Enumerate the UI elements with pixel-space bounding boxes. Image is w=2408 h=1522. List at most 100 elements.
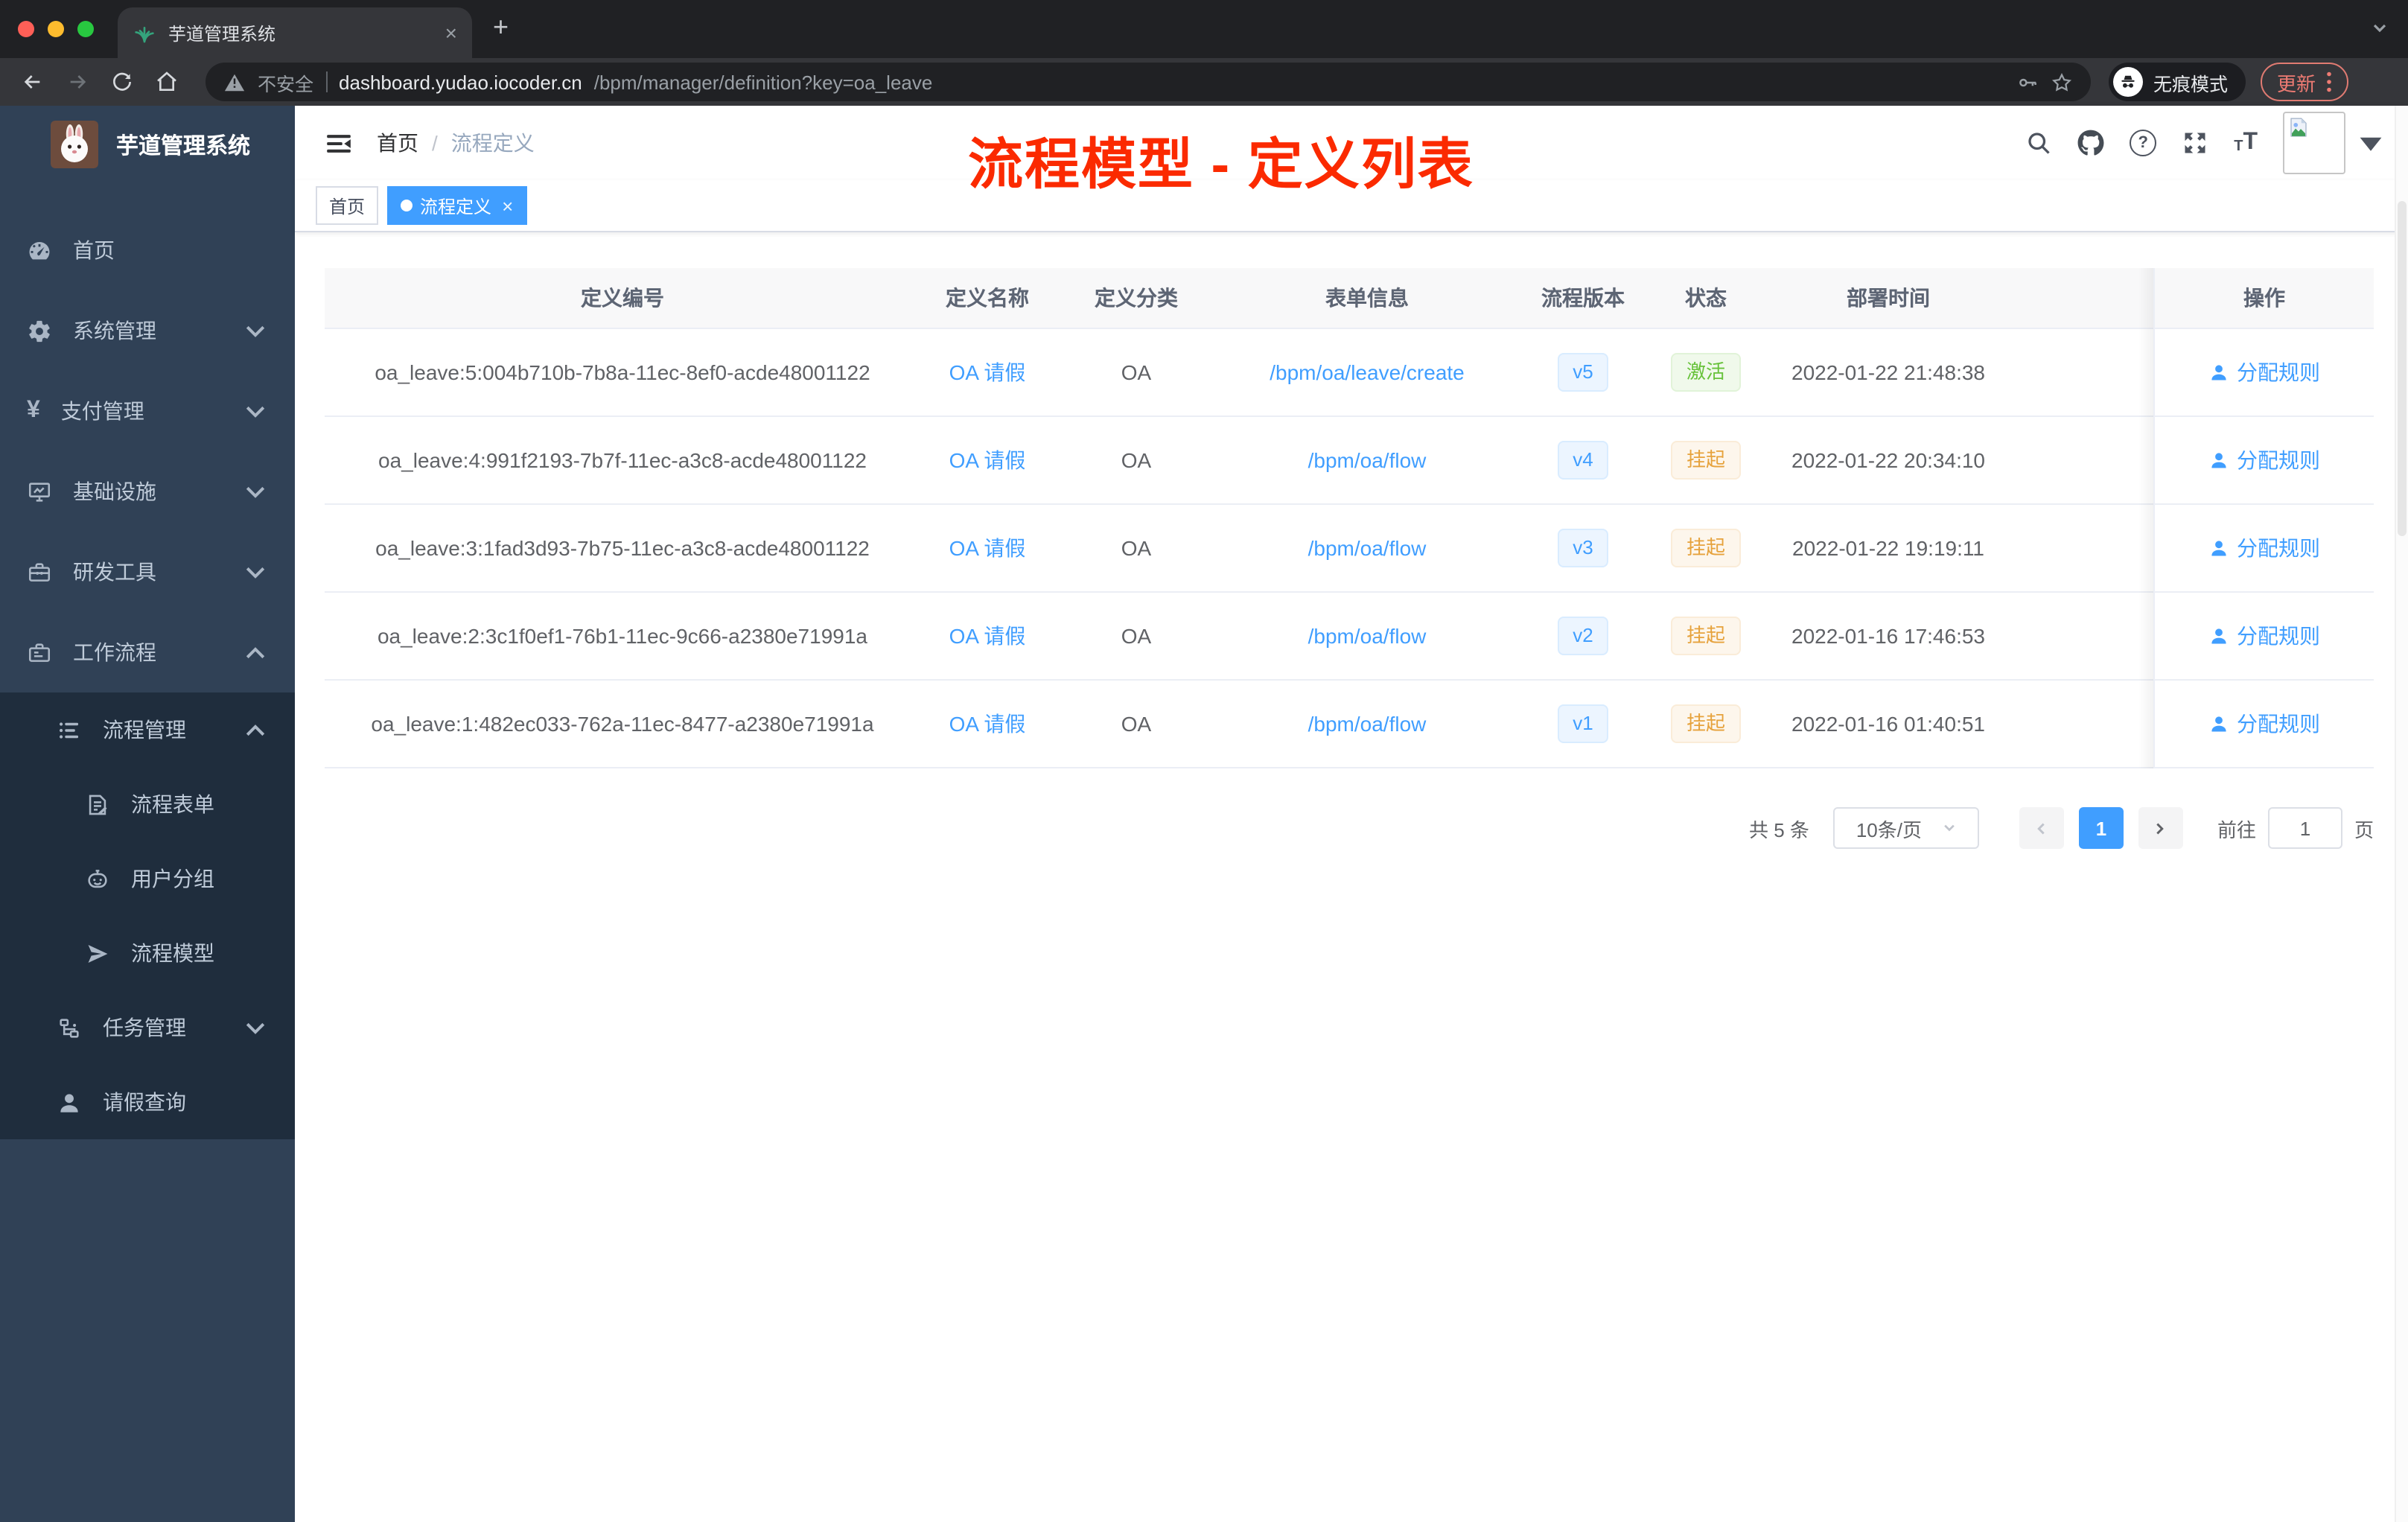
pagination: 共 5 条 10条/页 1 前往 页 <box>325 807 2374 849</box>
cell-definition-id: oa_leave:4:991f2193-7b7f-11ec-a3c8-acde4… <box>378 448 867 472</box>
window-minimize-button[interactable] <box>48 21 64 37</box>
cell-status: 挂起 <box>1650 681 1762 767</box>
sidebar-item-workflow[interactable]: 工作流程 <box>0 612 295 692</box>
breadcrumb-separator: / <box>432 131 438 155</box>
status-badge: 挂起 <box>1671 441 1740 480</box>
chevron-down-icon <box>243 398 268 424</box>
assign-rule-link[interactable]: 分配规则 <box>2208 445 2320 475</box>
tag-active[interactable]: 流程定义 × <box>387 186 527 225</box>
definition-name-link[interactable]: OA 请假 <box>949 621 1026 651</box>
assign-rule-label: 分配规则 <box>2237 536 2320 560</box>
sidebar-item-devtools[interactable]: 研发工具 <box>0 532 295 612</box>
cell-form-info: /bpm/oa/flow <box>1218 417 1516 503</box>
tag-inactive[interactable]: 首页 <box>316 186 379 225</box>
browser-update-button[interactable]: 更新 <box>2261 63 2349 101</box>
definition-name-link[interactable]: OA 请假 <box>949 533 1026 563</box>
cell-definition-name: OA 请假 <box>920 505 1054 591</box>
page-scrollbar[interactable] <box>2395 106 2408 1522</box>
home-icon[interactable] <box>155 70 179 94</box>
user-icon <box>2208 450 2229 471</box>
fullscreen-icon[interactable] <box>2182 130 2208 156</box>
definition-name-link[interactable]: OA 请假 <box>949 445 1026 475</box>
reload-icon[interactable] <box>110 70 134 94</box>
font-size-icon[interactable]: TT <box>2234 130 2258 155</box>
window-zoom-button[interactable] <box>77 21 94 37</box>
sidebar-item-process-model[interactable]: 流程模型 <box>0 916 295 990</box>
next-page-button[interactable] <box>2138 807 2183 849</box>
assign-rule-label: 分配规则 <box>2237 360 2320 384</box>
sidebar-item-leave-query[interactable]: 请假查询 <box>0 1065 295 1139</box>
back-icon[interactable] <box>21 70 45 94</box>
tag-close-icon[interactable]: × <box>502 196 513 215</box>
sidebar-item-infra[interactable]: 基础设施 <box>0 451 295 532</box>
table-row: oa_leave:4:991f2193-7b7f-11ec-a3c8-acde4… <box>325 417 2374 505</box>
browser-tab[interactable]: 芋道管理系统 × <box>118 7 472 58</box>
new-tab-button[interactable]: + <box>493 12 509 43</box>
goto-label: 前往 <box>2217 818 2256 841</box>
sidebar-item-system[interactable]: 系统管理 <box>0 290 295 371</box>
help-icon[interactable]: ? <box>2130 130 2157 156</box>
definition-name-link[interactable]: OA 请假 <box>949 357 1026 387</box>
page-size-value: 10条/页 <box>1856 818 1922 841</box>
app-title: 芋道管理系统 <box>116 133 251 159</box>
table-header-row: 定义编号 定义名称 定义分类 表单信息 流程版本 状态 部署时间 操作 <box>325 268 2374 329</box>
bookmark-star-icon[interactable] <box>2051 71 2073 93</box>
tab-close-icon[interactable]: × <box>445 22 457 43</box>
breadcrumb-home[interactable]: 首页 <box>377 128 418 158</box>
yen-icon: ¥ <box>27 398 40 423</box>
sidebar-item-home[interactable]: 首页 <box>0 210 295 290</box>
column-header-form: 表单信息 <box>1325 286 1409 310</box>
browser-menu-kebab-icon[interactable] <box>2326 71 2332 92</box>
app-logo[interactable]: 芋道管理系统 <box>0 106 295 183</box>
assign-rule-link[interactable]: 分配规则 <box>2208 533 2320 563</box>
chevron-down-icon <box>243 318 268 343</box>
assign-rule-link[interactable]: 分配规则 <box>2208 621 2320 651</box>
sidebar-item-process-form[interactable]: 流程表单 <box>0 767 295 841</box>
user-avatar-menu[interactable] <box>2283 112 2384 174</box>
cell-form-info: /bpm/oa/flow <box>1218 505 1516 591</box>
cell-status: 挂起 <box>1650 505 1762 591</box>
page-number-button[interactable]: 1 <box>2078 807 2124 849</box>
scrollbar-thumb[interactable] <box>2398 201 2407 536</box>
sidebar-item-label: 流程模型 <box>131 941 214 965</box>
form-link[interactable]: /bpm/oa/flow <box>1308 448 1427 472</box>
form-link[interactable]: /bpm/oa/leave/create <box>1270 360 1465 384</box>
table-row: oa_leave:5:004b710b-7b8a-11ec-8ef0-acde4… <box>325 329 2374 417</box>
status-badge: 挂起 <box>1671 704 1740 743</box>
form-link[interactable]: /bpm/oa/flow <box>1308 624 1427 648</box>
assign-rule-link[interactable]: 分配规则 <box>2208 709 2320 739</box>
sidebar-item-label: 流程管理 <box>103 718 186 742</box>
cell-definition-id: oa_leave:3:1fad3d93-7b75-11ec-a3c8-acde4… <box>375 536 870 560</box>
definition-name-link[interactable]: OA 请假 <box>949 709 1026 739</box>
hamburger-icon[interactable] <box>325 129 353 157</box>
tab-search-chevron-icon[interactable] <box>2371 19 2389 37</box>
page-size-select[interactable]: 10条/页 <box>1832 807 1979 849</box>
search-icon[interactable] <box>2025 130 2052 156</box>
form-link[interactable]: /bpm/oa/flow <box>1308 712 1427 736</box>
goto-page-input[interactable] <box>2267 807 2342 849</box>
security-label: 不安全 <box>258 74 314 95</box>
sidebar-item-task-manage[interactable]: 任务管理 <box>0 990 295 1065</box>
window-close-button[interactable] <box>18 21 34 37</box>
sidebar-item-payment[interactable]: ¥ 支付管理 <box>0 371 295 451</box>
url-bar[interactable]: 不安全 dashboard.yudao.iocoder.cn/bpm/manag… <box>206 63 2091 101</box>
user-icon <box>2208 538 2229 558</box>
cell-definition-name: OA 请假 <box>920 329 1054 415</box>
assign-rule-link[interactable]: 分配规则 <box>2208 357 2320 387</box>
chevron-down-icon <box>243 559 268 585</box>
sidebar-item-user-group[interactable]: 用户分组 <box>0 841 295 916</box>
monitor-icon <box>27 479 52 504</box>
sidebar-item-process-manage[interactable]: 流程管理 <box>0 692 295 767</box>
github-icon[interactable] <box>2077 130 2104 156</box>
version-badge: v4 <box>1558 441 1608 480</box>
form-link[interactable]: /bpm/oa/flow <box>1308 536 1427 560</box>
goto-unit-label: 页 <box>2354 818 2374 841</box>
security-warning-icon[interactable] <box>223 71 246 93</box>
password-key-icon[interactable] <box>2016 71 2039 93</box>
forward-icon[interactable] <box>66 70 89 94</box>
prev-page-button[interactable] <box>2019 807 2064 849</box>
assign-rule-label: 分配规则 <box>2237 448 2320 472</box>
avatar-caret-down-icon[interactable] <box>2357 130 2384 156</box>
cell-definition-id: oa_leave:5:004b710b-7b8a-11ec-8ef0-acde4… <box>375 360 870 384</box>
avatar-broken-image[interactable] <box>2283 112 2345 174</box>
